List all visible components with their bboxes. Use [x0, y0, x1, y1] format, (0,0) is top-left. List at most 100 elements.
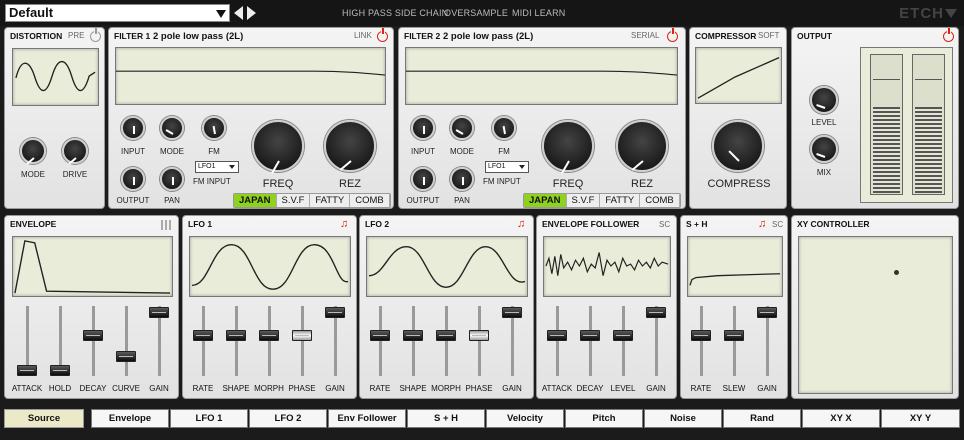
- mod-tab-envelope[interactable]: Envelope: [91, 409, 169, 428]
- envfollower-decay-slider-handle[interactable]: [580, 330, 600, 342]
- envfollower-attack-slider-handle[interactable]: [547, 330, 567, 342]
- oversample-button[interactable]: OVERSAMPLE: [444, 8, 508, 18]
- sh-rate-slider[interactable]: [691, 306, 711, 376]
- lfo1-gain-slider[interactable]: [325, 306, 345, 376]
- envelope-decay-slider-handle[interactable]: [83, 330, 103, 342]
- lfo2-phase-slider-handle[interactable]: [469, 330, 489, 342]
- filter2-rez-knob[interactable]: [616, 120, 668, 172]
- envfollower-attack-slider[interactable]: [547, 306, 567, 376]
- filter1-pan-knob[interactable]: [160, 167, 184, 191]
- xy-handle[interactable]: [894, 270, 899, 275]
- sh-sync-note-icon[interactable]: ♫: [758, 218, 766, 230]
- envelope-decay-slider[interactable]: [83, 306, 103, 376]
- envfollower-sc-toggle[interactable]: SC: [659, 220, 670, 229]
- envfollower-level-slider[interactable]: [613, 306, 633, 376]
- output-mix-knob[interactable]: [810, 135, 838, 163]
- lfo1-phase-slider[interactable]: [292, 306, 312, 376]
- lfo2-morph-slider-handle[interactable]: [436, 330, 456, 342]
- distortion-drive-knob[interactable]: [62, 138, 88, 165]
- filter1-rez-knob[interactable]: [324, 120, 376, 172]
- mod-tab-s-h[interactable]: S + H: [407, 409, 485, 428]
- high-pass-side-chain-button[interactable]: HIGH PASS SIDE CHAIN: [342, 8, 448, 18]
- filter2-type[interactable]: 2 pole low pass (2L): [443, 31, 533, 42]
- mod-tab-env-follower[interactable]: Env Follower: [328, 409, 406, 428]
- filter2-fm-knob[interactable]: [492, 116, 516, 140]
- filter1-mode-svf[interactable]: S.V.F: [276, 194, 311, 207]
- filter2-mode-svf[interactable]: S.V.F: [566, 194, 601, 207]
- distortion-power-icon[interactable]: [90, 28, 101, 42]
- filter1-type[interactable]: 2 pole low pass (2L): [153, 31, 243, 42]
- filter1-freq-knob[interactable]: [252, 120, 304, 174]
- mod-tab-source[interactable]: Source: [4, 409, 84, 428]
- distortion-mode-knob[interactable]: [20, 138, 46, 165]
- filter2-mode-knob[interactable]: [450, 116, 474, 140]
- filter2-mode-japan[interactable]: JAPAN: [524, 194, 567, 207]
- filter1-mode-knob[interactable]: [160, 116, 184, 140]
- filter1-power-icon[interactable]: [377, 28, 388, 42]
- lfo2-morph-slider[interactable]: [436, 306, 456, 376]
- lfo2-rate-slider[interactable]: [370, 306, 390, 376]
- lfo1-rate-slider-handle[interactable]: [193, 330, 213, 342]
- filter2-output-knob[interactable]: [411, 167, 435, 191]
- lfo2-gain-slider-handle[interactable]: [502, 307, 522, 319]
- envfollower-decay-slider[interactable]: [580, 306, 600, 376]
- lfo1-shape-slider-handle[interactable]: [226, 330, 246, 342]
- xy-pad[interactable]: [798, 236, 953, 394]
- compressor-soft-toggle[interactable]: SOFT: [758, 31, 779, 40]
- envelope-attack-slider[interactable]: [17, 306, 37, 376]
- prev-preset-icon[interactable]: [234, 6, 243, 20]
- distortion-pre-toggle[interactable]: PRE: [68, 31, 84, 40]
- filter2-serial-toggle[interactable]: SERIAL: [631, 31, 659, 40]
- lfo2-rate-slider-handle[interactable]: [370, 330, 390, 342]
- lfo2-phase-slider[interactable]: [469, 306, 489, 376]
- filter1-mode-fatty[interactable]: FATTY: [310, 194, 351, 207]
- sh-gain-slider[interactable]: [757, 306, 777, 376]
- filter1-link-toggle[interactable]: LINK: [354, 31, 372, 40]
- envelope-curve-slider-handle[interactable]: [116, 350, 136, 362]
- filter1-fm-input-select[interactable]: LFO1: [195, 161, 239, 173]
- lfo1-phase-slider-handle[interactable]: [292, 330, 312, 342]
- envfollower-gain-slider[interactable]: [646, 306, 666, 376]
- filter2-mode-comb[interactable]: COMB: [640, 194, 680, 207]
- filter2-fm-input-select[interactable]: LFO1: [485, 161, 529, 173]
- mod-tab-pitch[interactable]: Pitch: [565, 409, 643, 428]
- envelope-gain-slider[interactable]: [149, 306, 169, 376]
- mod-tab-lfo-2[interactable]: LFO 2: [249, 409, 327, 428]
- envelope-hold-slider[interactable]: [50, 306, 70, 376]
- envelope-gain-slider-handle[interactable]: [149, 307, 169, 319]
- sh-sc-toggle[interactable]: SC: [772, 220, 783, 229]
- envelope-hold-slider-handle[interactable]: [50, 364, 70, 376]
- filter1-output-knob[interactable]: [121, 167, 145, 191]
- mod-tab-xy-y[interactable]: XY Y: [881, 409, 960, 428]
- envfollower-level-slider-handle[interactable]: [613, 330, 633, 342]
- sh-rate-slider-handle[interactable]: [691, 330, 711, 342]
- envelope-bars-icon[interactable]: [161, 220, 171, 230]
- sh-slew-slider[interactable]: [724, 306, 744, 376]
- filter1-mode-japan[interactable]: JAPAN: [234, 194, 277, 207]
- filter2-freq-knob[interactable]: [542, 120, 594, 174]
- output-power-icon[interactable]: [943, 28, 954, 42]
- lfo1-rate-slider[interactable]: [193, 306, 213, 376]
- lfo1-sync-note-icon[interactable]: ♫: [340, 218, 348, 230]
- lfo2-gain-slider[interactable]: [502, 306, 522, 376]
- mod-tab-rand[interactable]: Rand: [723, 409, 801, 428]
- envelope-attack-slider-handle[interactable]: [17, 364, 37, 376]
- sh-slew-slider-handle[interactable]: [724, 330, 744, 342]
- lfo2-shape-slider-handle[interactable]: [403, 330, 423, 342]
- lfo1-morph-slider[interactable]: [259, 306, 279, 376]
- filter2-power-icon[interactable]: [667, 28, 678, 42]
- preset-selector[interactable]: Default: [5, 4, 230, 22]
- output-level-knob[interactable]: [810, 86, 838, 114]
- brand-menu-icon[interactable]: [945, 9, 957, 18]
- filter2-mode-fatty[interactable]: FATTY: [600, 194, 641, 207]
- sh-gain-slider-handle[interactable]: [757, 307, 777, 319]
- compressor-compress-knob[interactable]: [712, 120, 764, 172]
- next-preset-icon[interactable]: [247, 6, 256, 20]
- lfo1-shape-slider[interactable]: [226, 306, 246, 376]
- filter2-input-knob[interactable]: [411, 116, 435, 140]
- lfo2-sync-note-icon[interactable]: ♫: [517, 218, 525, 230]
- midi-learn-button[interactable]: MIDI LEARN: [512, 8, 566, 18]
- filter2-pan-knob[interactable]: [450, 167, 474, 191]
- lfo2-shape-slider[interactable]: [403, 306, 423, 376]
- filter1-fm-knob[interactable]: [202, 116, 226, 140]
